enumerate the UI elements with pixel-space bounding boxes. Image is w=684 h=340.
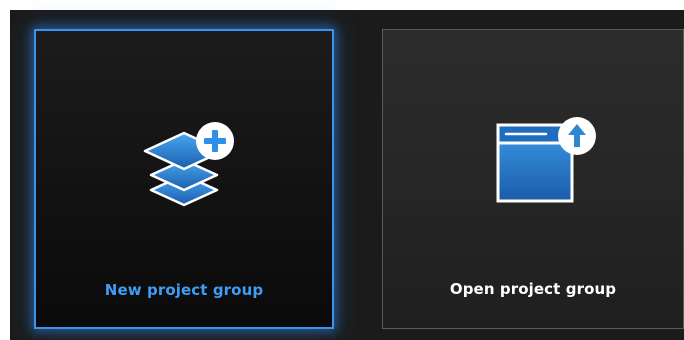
window-upload-icon — [496, 117, 596, 203]
new-project-group-card[interactable]: New project group — [34, 29, 334, 329]
new-project-group-label: New project group — [104, 281, 264, 299]
open-project-group-label: Open project group — [449, 280, 617, 298]
open-project-group-card[interactable]: Open project group — [382, 29, 684, 329]
layers-plus-icon — [143, 122, 234, 207]
